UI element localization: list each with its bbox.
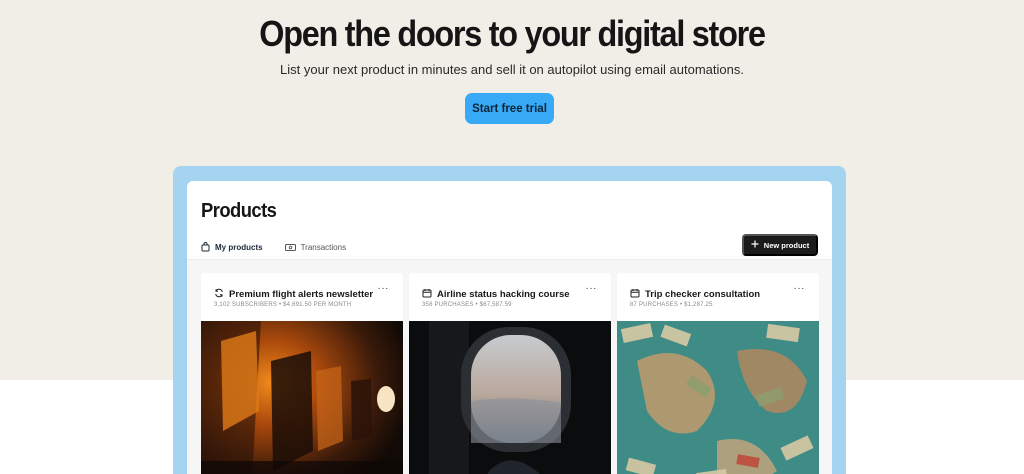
card-header: Trip checker consultation ··· 87 PURCHAS… xyxy=(617,273,819,321)
calendar-icon xyxy=(422,285,432,303)
card-header: Airline status hacking course ··· 358 PU… xyxy=(409,273,611,321)
tab-label: My products xyxy=(215,242,263,252)
card-title: Premium flight alerts newsletter xyxy=(229,288,374,300)
shopping-bag-icon xyxy=(201,242,210,252)
tab-transactions[interactable]: Transactions xyxy=(284,239,347,255)
products-panel: Products My products Transactions New pr… xyxy=(187,181,832,474)
plus-icon xyxy=(751,240,759,250)
card-title: Trip checker consultation xyxy=(645,288,761,300)
card-title-row: Airline status hacking course xyxy=(422,285,570,303)
new-product-button[interactable]: New product xyxy=(742,234,818,256)
more-options-icon[interactable]: ··· xyxy=(794,283,806,294)
page-title: Products xyxy=(201,200,277,222)
more-options-icon[interactable]: ··· xyxy=(378,283,390,294)
product-card[interactable]: Airline status hacking course ··· 358 PU… xyxy=(409,273,611,474)
card-meta: 87 PURCHASES • $1,287.25 xyxy=(630,302,713,308)
card-header: Premium flight alerts newsletter ··· 3,1… xyxy=(201,273,403,321)
product-card[interactable]: Premium flight alerts newsletter ··· 3,1… xyxy=(201,273,403,474)
card-title-row: Trip checker consultation xyxy=(630,285,760,303)
tab-bar: My products Transactions xyxy=(201,239,346,255)
hero-subtitle: List your next product in minutes and se… xyxy=(280,62,744,77)
tab-label: Transactions xyxy=(300,242,347,252)
page: Open the doors to your digital store Lis… xyxy=(0,0,1024,474)
new-product-label: New product xyxy=(763,240,810,250)
card-meta: 3,102 SUBSCRIBERS • $4,691.50 PER MONTH xyxy=(214,302,352,308)
airplane-window-image xyxy=(409,321,611,474)
more-options-icon[interactable]: ··· xyxy=(586,283,598,294)
banknote-icon xyxy=(284,243,296,252)
card-title-row: Premium flight alerts newsletter xyxy=(214,285,373,303)
recurring-icon xyxy=(214,285,224,303)
world-map-money-image xyxy=(617,321,819,474)
hero-title: Open the doors to your digital store xyxy=(259,13,766,54)
product-card[interactable]: Trip checker consultation ··· 87 PURCHAS… xyxy=(617,273,819,474)
tab-my-products[interactable]: My products xyxy=(201,239,263,255)
airplane-cabin-image xyxy=(201,321,403,474)
card-title: Airline status hacking course xyxy=(437,288,570,300)
start-free-trial-button[interactable]: Start free trial xyxy=(465,93,554,124)
card-meta: 358 PURCHASES • $67,587.59 xyxy=(422,302,512,308)
calendar-icon xyxy=(630,285,640,303)
